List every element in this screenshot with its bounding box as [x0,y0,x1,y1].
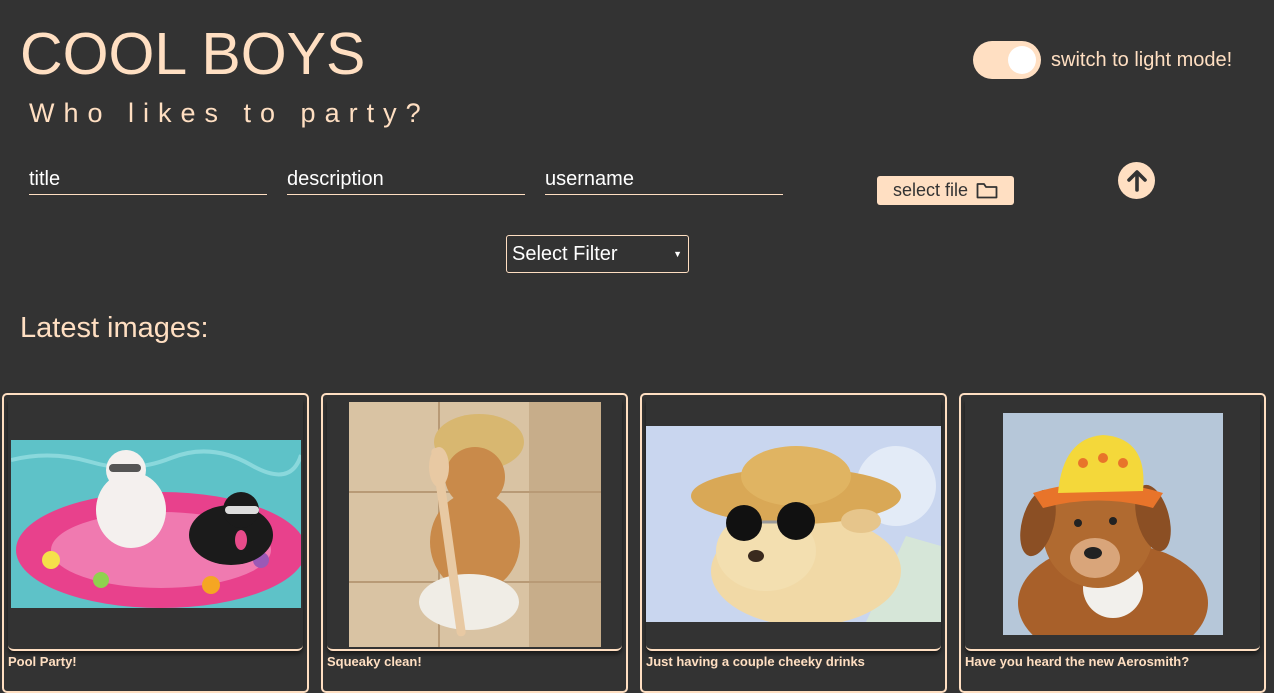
filter-select[interactable]: Select Filter ▼ [506,235,689,273]
image-card[interactable]: Have you heard the new Aerosmith? [959,393,1266,693]
image-caption: Have you heard the new Aerosmith? [965,654,1190,669]
site-title: COOL BOYS [20,21,366,87]
image-card[interactable]: Pool Party! [2,393,309,693]
image-caption: Pool Party! [8,654,77,669]
tagline: Who likes to party? [29,98,430,128]
image-caption: Squeaky clean! [327,654,422,669]
latest-images-heading: Latest images: [20,312,209,344]
theme-toggle-switch[interactable] [973,41,1041,79]
image-photo[interactable] [327,399,622,651]
toggle-knob [1008,46,1036,74]
image-photo[interactable] [965,399,1260,651]
image-card[interactable]: Just having a couple cheeky drinks [640,393,947,693]
image-photo[interactable] [8,399,303,651]
description-input[interactable] [287,164,525,195]
theme-toggle-label: switch to light mode! [1051,48,1233,71]
upload-button[interactable] [1118,162,1155,199]
filter-selected-value: Select Filter [512,242,618,265]
theme-toggle[interactable]: switch to light mode! [973,41,1232,79]
username-input[interactable] [545,164,783,195]
folder-icon [976,182,998,199]
select-file-button[interactable]: select file [877,176,1014,205]
image-photo[interactable] [646,399,941,651]
chevron-down-icon: ▼ [673,249,682,259]
title-input[interactable] [29,164,267,195]
image-caption: Just having a couple cheeky drinks [646,654,865,669]
arrow-up-icon [1124,168,1150,194]
image-card[interactable]: Squeaky clean! [321,393,628,693]
select-file-label: select file [892,180,969,200]
